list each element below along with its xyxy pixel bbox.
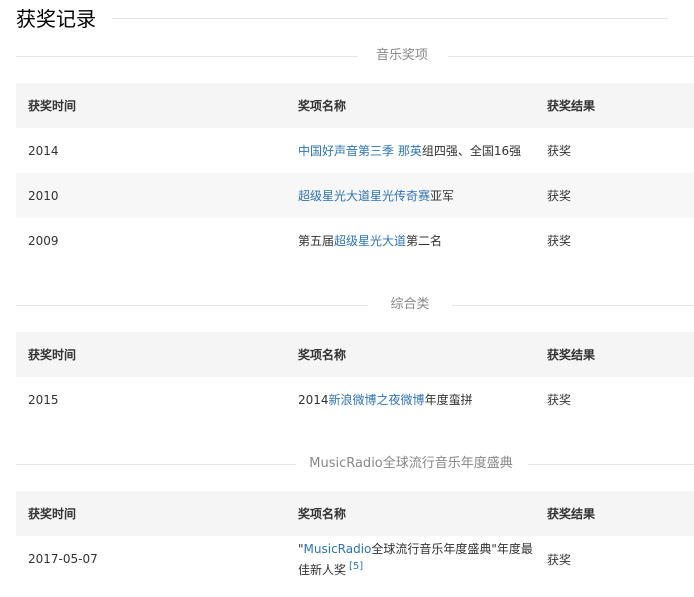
section-header-general: 综合类 xyxy=(16,295,694,315)
award-name: "MusicRadio全球流行音乐年度盛典"年度最佳新人奖 [5] xyxy=(298,536,538,582)
table-row: 2015 2014 新浪微博之夜微博 年度蛮拼 获奖 xyxy=(16,377,694,422)
table-row: 2017-05-07 "MusicRadio全球流行音乐年度盛典"年度最佳新人奖… xyxy=(16,536,694,582)
table-header-row: 获奖时间 奖项名称 获奖结果 xyxy=(16,491,694,536)
title-divider xyxy=(112,18,668,19)
award-link[interactable]: 新浪微博之夜微博 xyxy=(329,391,425,408)
award-result: 获奖 xyxy=(547,189,572,203)
section-divider-left xyxy=(16,56,358,57)
table-header-row: 获奖时间 奖项名称 获奖结果 xyxy=(16,83,694,128)
award-result: 获奖 xyxy=(547,234,572,248)
section-divider-right xyxy=(448,56,694,57)
col-header-time: 获奖时间 xyxy=(28,507,77,521)
section-divider-right xyxy=(452,305,694,306)
award-name: 第五届 超级星光大道 第二名 xyxy=(298,218,538,263)
section-divider-left xyxy=(16,305,368,306)
section-header-music: 音乐奖项 xyxy=(16,46,694,66)
award-name-prefix: 2014 xyxy=(298,392,329,407)
col-header-name: 奖项名称 xyxy=(298,99,347,113)
award-name: 中国好声音第三季 那英 组四强、全国16强 xyxy=(298,128,538,173)
section-title-general: 综合类 xyxy=(390,297,430,312)
award-name-suffix: 年度蛮拼 xyxy=(424,393,473,407)
col-header-name: 奖项名称 xyxy=(298,507,347,521)
col-header-time: 获奖时间 xyxy=(28,99,77,113)
award-result: 获奖 xyxy=(547,393,572,407)
page-title-row: 获奖记录 xyxy=(16,6,668,32)
award-name: 2014 新浪微博之夜微博 年度蛮拼 xyxy=(298,377,538,422)
col-header-result: 获奖结果 xyxy=(547,99,596,113)
table-header-row: 获奖时间 奖项名称 获奖结果 xyxy=(16,332,694,377)
table-row: 2014 中国好声音第三季 那英 组四强、全国16强 获奖 xyxy=(16,128,694,173)
reference-link[interactable]: [5] xyxy=(349,561,363,572)
col-header-result: 获奖结果 xyxy=(547,507,596,521)
col-header-result: 获奖结果 xyxy=(547,348,596,362)
section-divider-left xyxy=(16,464,296,465)
award-table-music: 获奖时间 奖项名称 获奖结果 2014 中国好声音第三季 那英 组四强、全国16强… xyxy=(16,83,694,263)
award-time: 2010 xyxy=(28,188,59,203)
award-time: 2017-05-07 xyxy=(28,552,98,566)
section-divider-right xyxy=(528,464,694,465)
award-table-musicradio: 获奖时间 奖项名称 获奖结果 2017-05-07 "MusicRadio全球流… xyxy=(16,491,694,582)
col-header-time: 获奖时间 xyxy=(28,348,77,362)
award-time: 2015 xyxy=(28,392,59,407)
award-result: 获奖 xyxy=(547,144,572,158)
award-name: 超级星光大道星光传奇赛 亚军 xyxy=(298,173,538,218)
section-title-music: 音乐奖项 xyxy=(375,48,428,63)
col-header-name: 奖项名称 xyxy=(298,348,347,362)
award-name-suffix: 第二名 xyxy=(406,234,443,248)
table-row: 2009 第五届 超级星光大道 第二名 获奖 xyxy=(16,218,694,263)
award-table-general: 获奖时间 奖项名称 获奖结果 2015 2014 新浪微博之夜微博 年度蛮拼 获奖 xyxy=(16,332,694,422)
award-link[interactable]: 中国好声音第三季 那英 xyxy=(298,142,422,159)
section-title-musicradio: MusicRadio全球流行音乐年度盛典 xyxy=(309,456,513,471)
section-header-musicradio: MusicRadio全球流行音乐年度盛典 xyxy=(16,454,694,474)
table-row: 2010 超级星光大道星光传奇赛 亚军 获奖 xyxy=(16,173,694,218)
award-name-suffix: 亚军 xyxy=(430,189,455,203)
award-link[interactable]: 超级星光大道 xyxy=(334,232,406,249)
award-result: 获奖 xyxy=(547,552,572,567)
award-link[interactable]: MusicRadio xyxy=(304,542,372,556)
award-name-suffix: 组四强、全国16强 xyxy=(421,144,522,158)
page-title: 获奖记录 xyxy=(16,7,96,31)
award-link[interactable]: 超级星光大道星光传奇赛 xyxy=(298,187,430,204)
award-time: 2014 xyxy=(28,143,59,158)
award-name-prefix: 第五届 xyxy=(298,234,335,248)
award-time: 2009 xyxy=(28,233,59,248)
